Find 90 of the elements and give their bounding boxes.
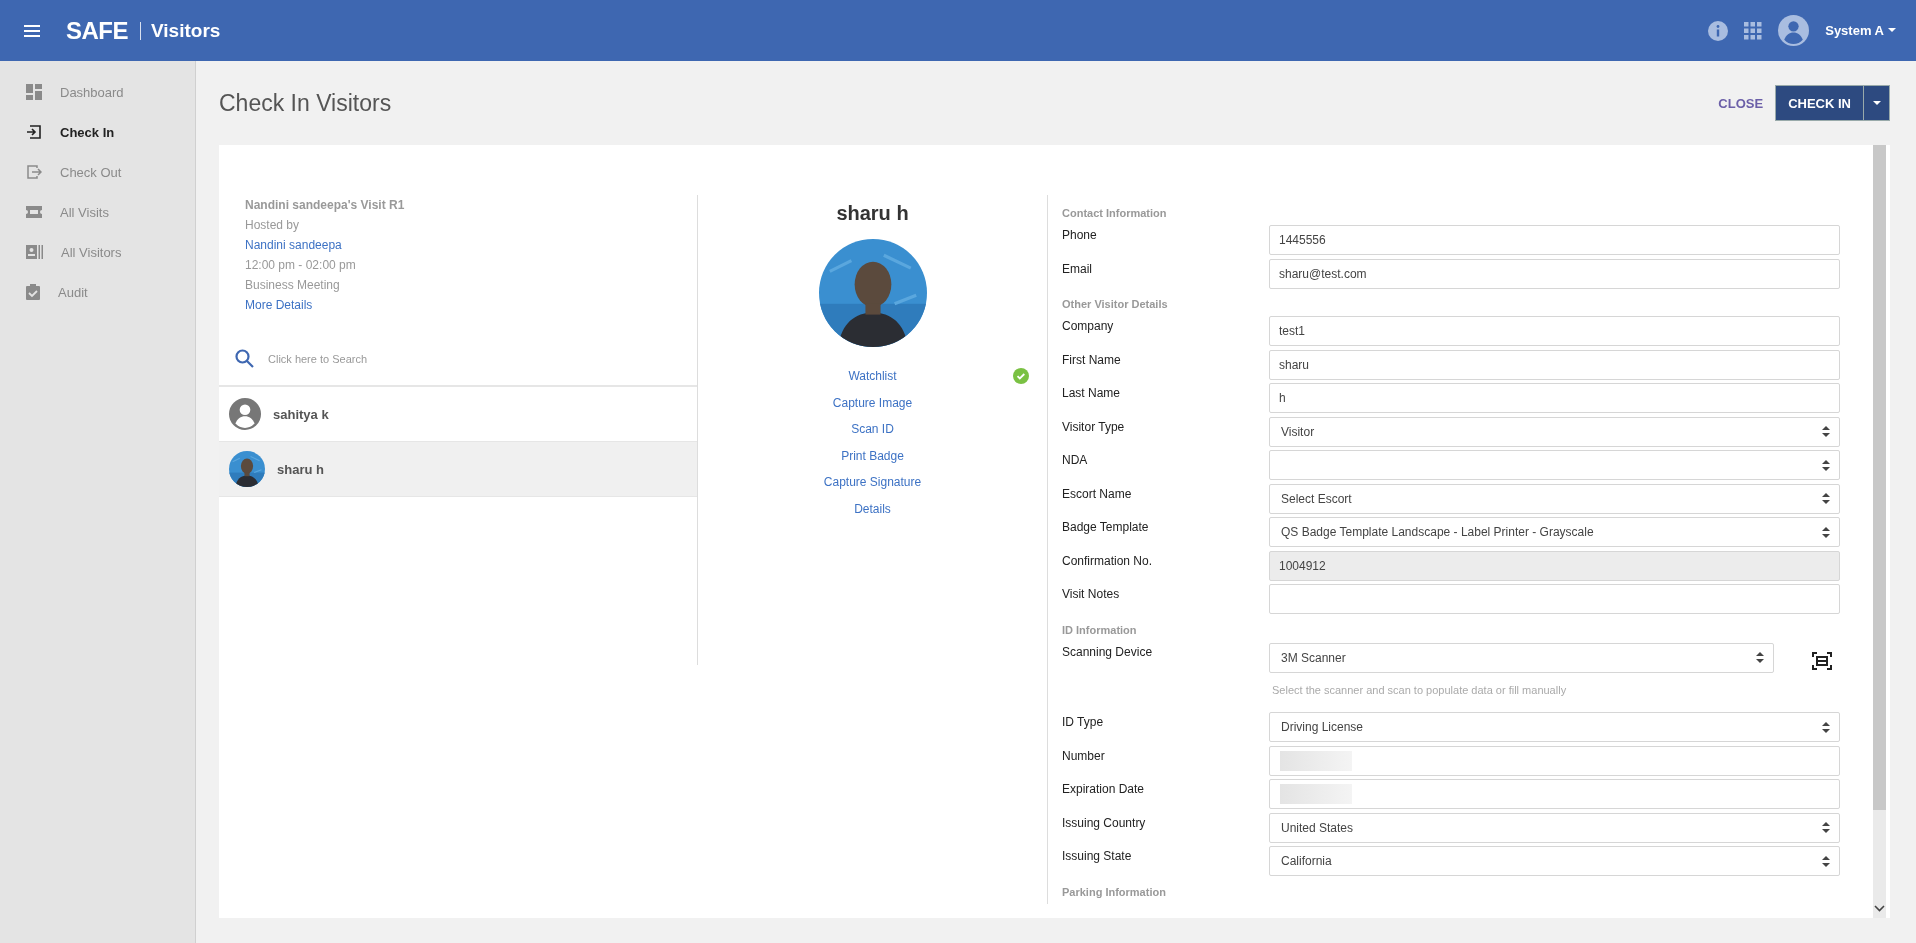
field-label: Company: [1062, 318, 1115, 333]
field-label: ID Type: [1062, 714, 1105, 729]
more-details-link[interactable]: More Details: [245, 295, 697, 315]
check-in-button[interactable]: CHECK IN: [1775, 85, 1864, 121]
field-label: Last Name: [1062, 385, 1122, 400]
field-label: First Name: [1062, 351, 1122, 367]
field-label: Scanning Device: [1062, 643, 1154, 659]
select-field[interactable]: Select Escort: [1269, 483, 1840, 514]
sort-icon: [1822, 855, 1830, 867]
close-link[interactable]: CLOSE: [1718, 95, 1764, 111]
section-title: Parking Information: [1062, 884, 1167, 900]
id-card-icon: [26, 245, 43, 259]
section-title: Contact Information: [1062, 206, 1168, 221]
select-field[interactable]: QS Badge Template Landscape - Label Printer - Grayscale: [1269, 517, 1840, 547]
field-label: Issuing Country: [1062, 814, 1147, 830]
field-label: Phone: [1062, 227, 1098, 242]
sidebar-item[interactable]: Check In: [0, 112, 195, 152]
search-icon: [235, 349, 254, 368]
select-field[interactable]: Driving License: [1269, 712, 1840, 742]
action-link[interactable]: Print Badge: [841, 445, 904, 466]
field-label: Confirmation No.: [1062, 552, 1154, 568]
visitor-row[interactable]: sharu h: [219, 442, 697, 497]
info-icon[interactable]: [1708, 20, 1729, 41]
field-label: Number: [1062, 747, 1106, 763]
field-label: Visitor Type: [1062, 418, 1126, 434]
user-menu[interactable]: System A: [1825, 23, 1896, 38]
select-field[interactable]: Visitor: [1269, 416, 1840, 447]
field-label: Issuing State: [1062, 848, 1133, 863]
chevron-down-icon[interactable]: [1874, 905, 1885, 912]
text-field[interactable]: [1269, 745, 1840, 776]
visitor-name: sahitya k: [273, 406, 329, 422]
visitor-name: sharu h: [836, 202, 909, 225]
sort-icon: [1756, 652, 1764, 663]
scrollbar[interactable]: [1873, 145, 1886, 918]
sort-icon: [1822, 493, 1830, 504]
sort-icon: [1822, 721, 1830, 733]
action-link[interactable]: Scan ID: [851, 419, 894, 440]
text-field[interactable]: [1269, 584, 1840, 614]
caret-icon: [1888, 28, 1896, 33]
caret-icon: [1872, 100, 1881, 106]
text-field[interactable]: sharu: [1269, 349, 1840, 380]
dropdown-button[interactable]: [1864, 85, 1890, 121]
redaction-mark: [1280, 750, 1352, 771]
field-label: Expiration Date: [1062, 781, 1146, 796]
logout-icon: [26, 164, 42, 180]
text-field[interactable]: sharu@test.com: [1269, 258, 1840, 289]
field-label: Escort Name: [1062, 485, 1133, 501]
select-field[interactable]: 3M Scanner: [1269, 642, 1774, 673]
section-title: Other Visitor Details: [1062, 297, 1169, 312]
read-only-field[interactable]: 1004912: [1269, 550, 1840, 581]
visit-type: Business Meeting: [245, 277, 341, 294]
action-link[interactable]: Capture Signature: [823, 472, 922, 493]
sort-icon: [1822, 426, 1830, 437]
ticket-icon: [26, 205, 42, 219]
avatar-icon[interactable]: [1778, 15, 1810, 46]
text-field[interactable]: 1445556: [1269, 225, 1840, 255]
dashboard-icon: [26, 84, 42, 100]
apps-grid-icon[interactable]: [1744, 21, 1763, 40]
text-field[interactable]: test1: [1269, 316, 1840, 346]
redaction-mark: [1280, 784, 1352, 804]
scan-icon: [1812, 651, 1832, 670]
action-link[interactable]: Details: [854, 498, 891, 519]
select-field[interactable]: United States: [1269, 812, 1840, 843]
login-icon: [26, 124, 42, 140]
app-logo: SAFE: [66, 16, 128, 45]
field-label: Badge Template: [1062, 519, 1150, 534]
clipboard-check-icon: [26, 284, 40, 300]
action-link[interactable]: Watchlist: [848, 366, 897, 387]
hosted-by-label: Hosted by: [245, 217, 301, 234]
visit-time: 12:00 pm - 02:00 pm: [245, 257, 357, 274]
field-label: Visit Notes: [1062, 586, 1121, 601]
field-label: NDA: [1062, 452, 1089, 467]
avatar-icon: [229, 398, 261, 430]
helper-text: Select the scanner and scan to populate data or fill manually: [1271, 682, 1568, 698]
host-link[interactable]: Nandini sandeepa: [245, 235, 697, 255]
sort-icon: [1822, 526, 1830, 538]
select-field[interactable]: California: [1269, 846, 1840, 876]
text-field[interactable]: h: [1269, 383, 1840, 413]
text-field[interactable]: [1269, 779, 1840, 809]
visit-title: Nandini sandeepa's Visit R1: [245, 197, 406, 214]
page-title: Check In Visitors: [219, 89, 392, 117]
app-name: Visitors: [151, 19, 221, 42]
sort-icon: [1822, 822, 1830, 833]
visitor-name: sharu h: [277, 461, 324, 477]
action-link[interactable]: Capture Image: [832, 392, 913, 413]
menu-icon[interactable]: [24, 24, 40, 37]
section-title: ID Information: [1062, 622, 1138, 638]
field-label: Email: [1062, 260, 1093, 276]
select-field[interactable]: [1269, 450, 1840, 480]
sort-icon: [1822, 459, 1830, 471]
